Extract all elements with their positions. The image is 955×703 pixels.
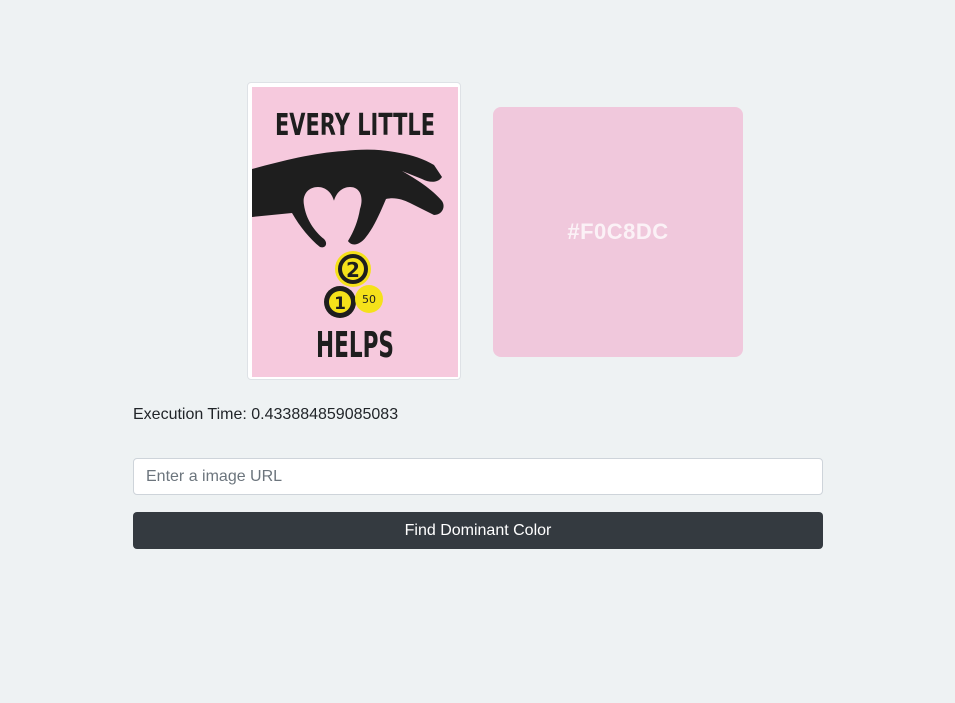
svg-text:2: 2 <box>346 258 360 282</box>
find-dominant-color-button[interactable]: Find Dominant Color <box>133 512 823 549</box>
poster-headline: EVERY LITTLE <box>275 108 435 143</box>
coin-1: 1 <box>324 286 356 318</box>
execution-time: Execution Time: 0.433884859085083 <box>133 406 399 423</box>
poster-image: EVERY LITTLE 2 1 50 HELPS <box>252 87 458 377</box>
poster-graphic: EVERY LITTLE 2 1 50 HELPS <box>252 87 458 377</box>
page: EVERY LITTLE 2 1 50 HELPS #F0C8DC Execut… <box>0 0 955 703</box>
coin-2: 2 <box>335 251 371 287</box>
svg-text:1: 1 <box>334 294 346 314</box>
svg-text:50: 50 <box>362 293 376 306</box>
image-url-input[interactable] <box>133 458 823 495</box>
poster-tagline: HELPS <box>316 325 394 366</box>
dominant-color-hex: #F0C8DC <box>567 219 669 244</box>
dominant-color-swatch: #F0C8DC <box>493 107 743 357</box>
coin-50: 50 <box>355 285 383 313</box>
image-preview: EVERY LITTLE 2 1 50 HELPS <box>247 82 461 380</box>
